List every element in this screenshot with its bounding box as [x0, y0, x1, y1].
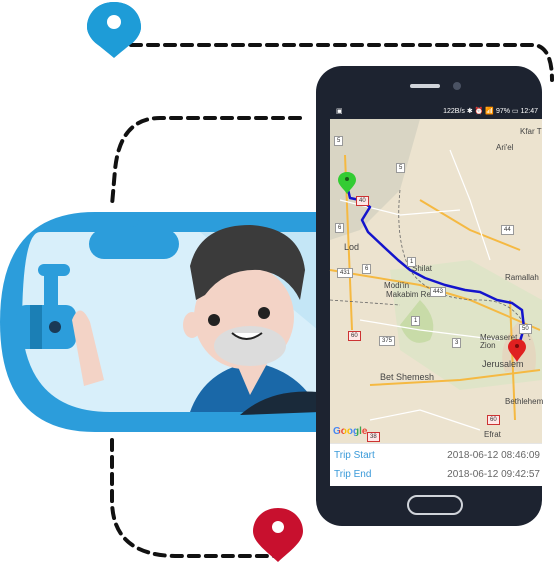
road-shield: 60 — [487, 415, 500, 425]
red-location-pin-icon — [253, 508, 303, 562]
map-label: Efrat — [484, 430, 501, 439]
map-label: Ramallah — [505, 273, 539, 282]
map-label: Ari'el — [496, 143, 514, 152]
road-shield: 375 — [379, 336, 396, 346]
road-shield: 44 — [501, 225, 514, 235]
road-shield: 40 — [356, 196, 369, 206]
trip-start-label: Trip Start — [334, 450, 375, 461]
status-bar-info: 122B/s ✱ ⏰ 📶 97% ▭ 12:47 — [443, 108, 538, 115]
trip-end-label: Trip End — [334, 469, 372, 480]
road-shield: 5 — [334, 136, 344, 146]
road-shield: 6 — [362, 264, 372, 274]
notification-icon: ▣ — [336, 108, 343, 115]
road-shield: 50 — [519, 324, 532, 334]
road-shield: 38 — [367, 432, 380, 442]
road-shield: 1 — [411, 316, 421, 326]
road-shield: 1 — [407, 257, 417, 267]
map-label: Lod — [344, 242, 360, 252]
road-shield: 3 — [452, 338, 462, 348]
map-label: Modi'in — [384, 281, 410, 290]
google-logo: Google — [333, 426, 368, 437]
trip-panel: Trip Start 2018-06-12 08:46:09 Trip End … — [330, 443, 542, 486]
trip-end-value: 2018-06-12 09:42:57 — [447, 469, 540, 480]
road-shield: 431 — [337, 268, 354, 278]
map-label: Mevaseret Zion — [480, 333, 518, 350]
map-label: Bethlehem — [505, 397, 544, 406]
road-shield: 5 — [396, 163, 406, 173]
trip-end-row: Trip End 2018-06-12 09:42:57 — [330, 465, 542, 485]
status-bar: ▣ 122B/s ✱ ⏰ 📶 97% ▭ 12:47 — [330, 104, 542, 118]
map-label: Jerusalem — [482, 359, 524, 369]
road-shield: 60 — [348, 331, 361, 341]
map-label: Kfar T — [520, 127, 542, 136]
trip-start-row: Trip Start 2018-06-12 08:46:09 — [330, 446, 542, 466]
road-shield: 6 — [335, 223, 345, 233]
blue-location-pin-icon — [87, 2, 141, 58]
trip-start-value: 2018-06-12 08:46:09 — [447, 450, 540, 461]
road-shield: 443 — [430, 287, 447, 297]
map-label: Bet Shemesh — [380, 372, 435, 382]
